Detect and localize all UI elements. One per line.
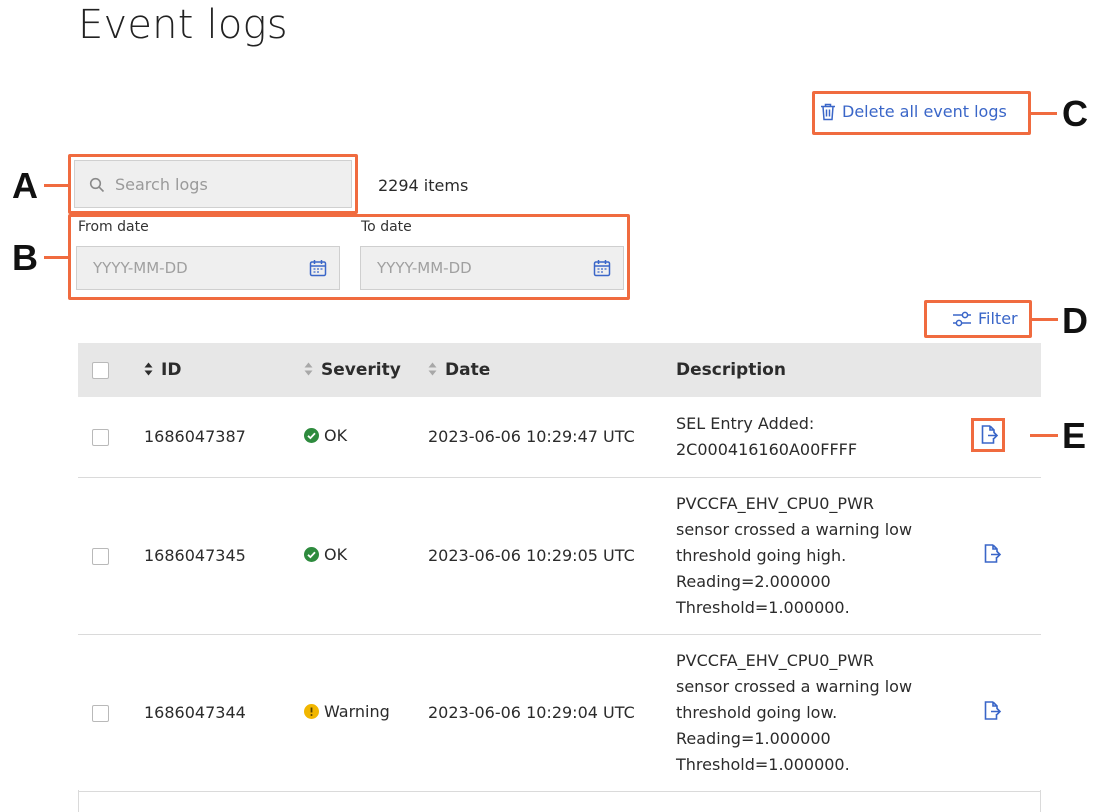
header-severity[interactable]: Severity (304, 343, 428, 397)
row-id: 1686047345 (144, 477, 304, 635)
description-line: 2C000416160A00FFFF (676, 439, 858, 459)
row-severity: OK (304, 397, 428, 478)
sort-icon (144, 362, 153, 376)
search-input[interactable] (113, 161, 343, 207)
callout-e-letter: E (1062, 415, 1087, 456)
calendar-icon[interactable] (309, 259, 327, 277)
table-edge-left (78, 790, 79, 812)
description-line: Reading=2.000000 (676, 571, 831, 591)
header-id[interactable]: ID (144, 343, 304, 397)
row-checkbox[interactable] (92, 548, 109, 565)
sliders-icon (953, 311, 971, 326)
description-line: threshold going high. (676, 545, 847, 565)
trash-icon (821, 103, 835, 120)
to-date-field[interactable] (360, 246, 624, 290)
severity-label: OK (324, 426, 348, 446)
header-description-label: Description (676, 360, 786, 380)
callout-b-line (44, 256, 68, 259)
row-date: 2023-06-06 10:29:47 UTC (428, 397, 676, 478)
row-description: PVCCFA_EHV_CPU0_PWR sensor crossed a war… (676, 634, 976, 792)
callout-d-letter: D (1062, 300, 1088, 341)
row-description: SEL Entry Added: 2C000416160A00FFFF (676, 397, 976, 478)
callout-d-line (1032, 318, 1058, 321)
row-actions (976, 634, 1041, 792)
from-date-input[interactable] (91, 247, 291, 289)
severity-label: Warning (324, 702, 390, 721)
header-id-label: ID (161, 360, 182, 380)
to-date-label: To date (361, 219, 412, 235)
row-actions (971, 397, 1041, 478)
export-log-button[interactable] (976, 539, 1006, 569)
callout-a-line (44, 184, 68, 187)
callout-c-letter: C (1062, 93, 1088, 134)
page-title: Event logs (78, 2, 288, 48)
search-icon (89, 177, 105, 193)
description-line: Threshold=1.000000. (676, 597, 850, 617)
description-line: PVCCFA_EHV_CPU0_PWR (676, 650, 874, 670)
row-actions (976, 477, 1041, 635)
from-date-field[interactable] (76, 246, 340, 290)
delete-all-label: Delete all event logs (842, 102, 1007, 121)
row-id: 1686047344 (144, 634, 304, 792)
filter-label: Filter (978, 309, 1018, 328)
description-line: threshold going low. (676, 702, 838, 722)
description-line: Reading=1.000000 (676, 728, 831, 748)
header-select-cell (78, 343, 144, 397)
row-select-cell (78, 634, 144, 792)
to-date-input[interactable] (375, 247, 575, 289)
row-select-cell (78, 477, 144, 635)
calendar-icon[interactable] (593, 259, 611, 277)
file-export-icon (984, 700, 1002, 720)
row-date: 2023-06-06 10:29:04 UTC (428, 634, 676, 792)
sort-icon (304, 362, 313, 376)
filter-button[interactable]: Filter (952, 309, 1018, 328)
row-checkbox[interactable] (92, 705, 109, 722)
table-row: 1686047344 Warning 2023-06-06 10:29:04 U… (78, 634, 1041, 792)
file-export-icon (984, 543, 1002, 563)
export-log-button[interactable] (971, 417, 1005, 452)
sort-icon (428, 362, 437, 376)
row-severity: Warning (304, 634, 428, 792)
description-line: SEL Entry Added: (676, 413, 815, 433)
row-severity: OK (304, 477, 428, 635)
severity-label: OK (324, 545, 348, 564)
table-header-row: ID Severity Date Description (78, 343, 1041, 397)
table-row: 1686047345 OK 2023-06-06 10:29:05 UTC PV… (78, 477, 1041, 635)
description-line: sensor crossed a warning low (676, 676, 913, 696)
description-line: sensor crossed a warning low (676, 519, 913, 539)
table-row: 1686047387 OK 2023-06-06 10:29:47 UTC SE… (78, 397, 1041, 478)
warning-icon (304, 704, 319, 719)
export-log-button[interactable] (976, 696, 1006, 726)
description-line: Threshold=1.000000. (676, 754, 850, 774)
row-description: PVCCFA_EHV_CPU0_PWR sensor crossed a war… (676, 477, 976, 635)
header-actions (976, 343, 1041, 397)
from-date-label: From date (78, 219, 149, 235)
row-date: 2023-06-06 10:29:05 UTC (428, 477, 676, 635)
row-select-cell (78, 397, 144, 478)
header-severity-label: Severity (321, 360, 401, 380)
file-export-icon (981, 424, 999, 444)
callout-a-letter: A (12, 165, 38, 206)
description-line: PVCCFA_EHV_CPU0_PWR (676, 493, 874, 513)
search-box[interactable] (74, 160, 352, 208)
callout-b-letter: B (12, 237, 38, 278)
event-log-table: ID Severity Date Description 1686047387 … (78, 343, 1041, 792)
header-date-label: Date (445, 360, 491, 380)
callout-e-line (1030, 434, 1058, 437)
callout-c-line (1031, 112, 1057, 115)
row-id: 1686047387 (144, 397, 304, 478)
select-all-checkbox[interactable] (92, 361, 109, 379)
row-checkbox[interactable] (92, 429, 109, 447)
items-count: 2294 items (378, 176, 469, 195)
ok-check-icon (304, 428, 319, 444)
ok-check-icon (304, 547, 319, 562)
header-description: Description (676, 343, 976, 397)
delete-all-event-logs-button[interactable]: Delete all event logs (820, 102, 1007, 121)
header-date[interactable]: Date (428, 343, 676, 397)
table-edge-right (1040, 790, 1041, 812)
